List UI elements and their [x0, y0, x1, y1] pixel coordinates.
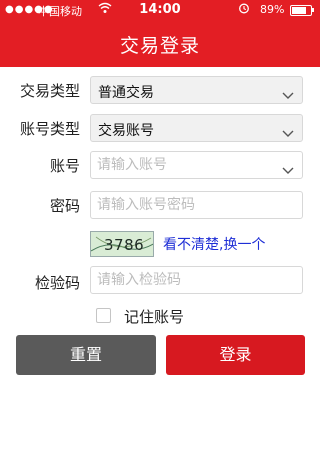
trade-type-value: 普通交易	[98, 85, 154, 101]
login-button[interactable]: 登录	[166, 335, 305, 375]
battery-percent: 89%	[260, 3, 285, 16]
trade-type-select[interactable]: 普通交易	[90, 76, 303, 104]
password-field[interactable]	[90, 191, 303, 219]
status-bar: ●●●●● 中国移动 14:00 89%	[0, 0, 320, 20]
page-title: 交易登录	[119, 35, 200, 57]
verify-code-field[interactable]	[90, 266, 303, 294]
remember-label[interactable]: 记住账号	[124, 306, 184, 327]
remember-checkbox[interactable]	[96, 308, 111, 323]
chevron-down-icon	[282, 85, 294, 104]
header-bar: ●●●●● 中国移动 14:00 89% 交易登录	[0, 0, 320, 67]
captcha-code: 3786	[104, 236, 145, 254]
account-input[interactable]	[97, 155, 277, 175]
battery-icon	[290, 5, 312, 16]
account-label: 账号	[49, 157, 80, 175]
refresh-captcha-link[interactable]: 看不清楚,换一个	[163, 234, 265, 254]
account-type-value: 交易账号	[98, 123, 154, 139]
chevron-down-icon[interactable]	[282, 160, 294, 179]
trade-type-label: 交易类型	[19, 82, 80, 100]
verify-code-input[interactable]	[97, 270, 277, 290]
password-label: 密码	[49, 197, 80, 215]
alarm-icon	[238, 2, 250, 17]
reset-button[interactable]: 重置	[16, 335, 156, 375]
captcha-image[interactable]: 3786	[90, 231, 154, 257]
account-type-select[interactable]: 交易账号	[90, 114, 303, 142]
password-input[interactable]	[97, 195, 277, 215]
account-type-label: 账号类型	[19, 120, 80, 138]
chevron-down-icon	[282, 123, 294, 142]
verify-code-label: 检验码	[34, 274, 80, 292]
account-field[interactable]	[90, 151, 303, 179]
